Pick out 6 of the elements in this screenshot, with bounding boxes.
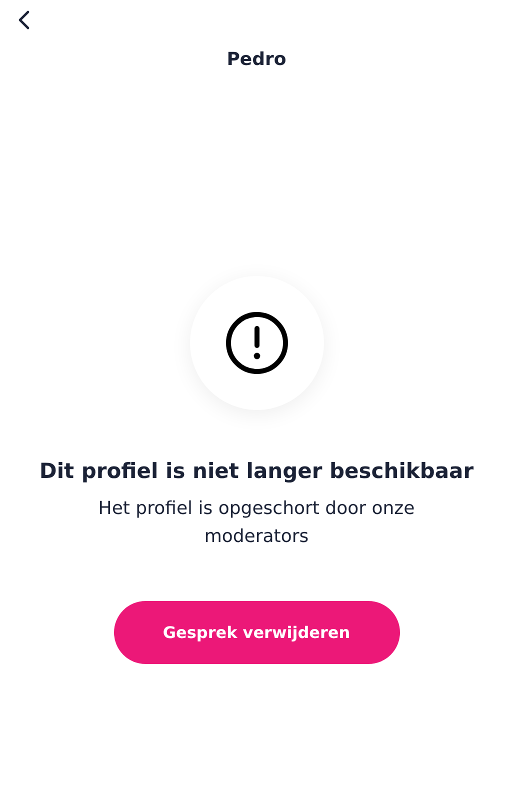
delete-conversation-button[interactable]: Gesprek verwijderen: [114, 601, 400, 664]
contact-name: Pedro: [226, 48, 286, 72]
notice-title: Dit profiel is niet langer beschikbaar: [39, 458, 474, 485]
notice-message: Het profiel is opgeschort door onze moderators: [97, 497, 416, 549]
back-icon[interactable]: [17, 10, 31, 30]
warning-icon: [224, 311, 288, 375]
